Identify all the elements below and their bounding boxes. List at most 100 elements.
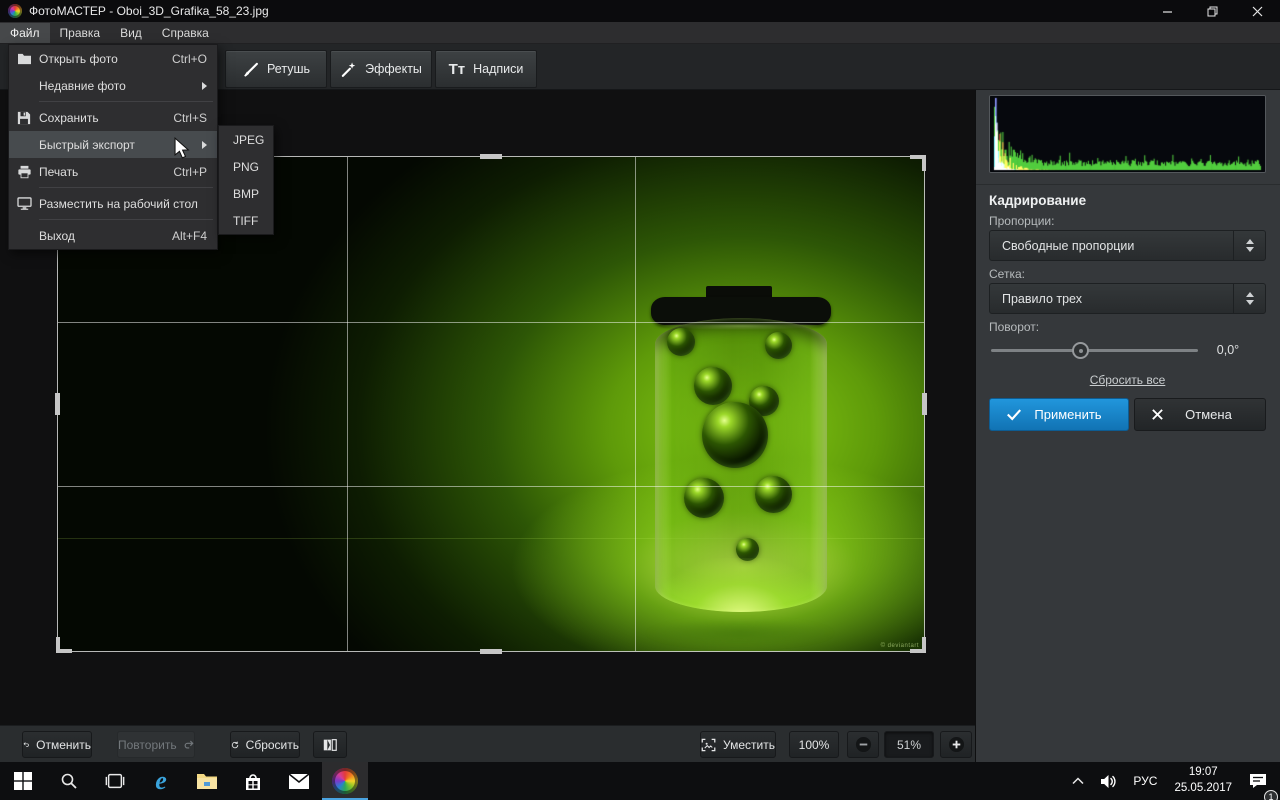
minimize-button[interactable] [1145,0,1190,22]
submenu-arrow-icon [202,141,207,149]
fit-icon [701,738,716,752]
title-bar: ФотоМАСТЕР - Oboi_3D_Grafika_58_23.jpg [0,0,1280,22]
zoom-in-button[interactable] [940,731,972,758]
grid-dropdown[interactable]: Правило трех [989,283,1266,314]
language-indicator[interactable]: РУС [1126,762,1164,800]
chevron-up-icon [1246,292,1254,297]
crop-gridline-v1 [347,157,348,651]
undo-label: Отменить [36,738,91,752]
menu-edit[interactable]: Правка [50,23,111,43]
rotate-slider-thumb[interactable] [1072,342,1089,359]
task-view-button[interactable] [92,762,138,800]
menu-item-open[interactable]: Открыть фото Ctrl+O [9,45,217,72]
menu-item-recent[interactable]: Недавние фото [9,72,217,99]
menu-item-print[interactable]: Печать Ctrl+P [9,158,217,185]
window-title: ФотоМАСТЕР - Oboi_3D_Grafika_58_23.jpg [29,4,269,18]
redo-button[interactable]: Повторить [117,731,195,758]
file-explorer-button[interactable] [184,762,230,800]
minimize-icon [1162,6,1173,17]
tab-captions[interactable]: Tт Надписи [435,50,537,88]
minus-icon [855,736,872,753]
reset-all-link[interactable]: Сбросить все [989,373,1266,387]
cancel-button[interactable]: Отмена [1134,398,1266,431]
reset-label: Сбросить [246,738,299,752]
text-icon: Tт [449,61,466,78]
apply-button[interactable]: Применить [989,398,1129,431]
rotate-slider-track[interactable] [991,349,1198,352]
store-button[interactable] [230,762,276,800]
menu-item-shortcut: Alt+F4 [172,229,207,243]
restore-button[interactable] [1190,0,1235,22]
menu-separator [39,187,213,188]
volume-button[interactable] [1093,762,1124,800]
crop-gridline-v2 [635,157,636,651]
mail-button[interactable] [276,762,322,800]
tab-retouch[interactable]: Ретушь [225,50,327,88]
compare-button[interactable] [313,731,347,758]
submenu-item-bmp[interactable]: BMP [219,180,273,207]
menu-item-label: Сохранить [39,111,173,125]
sidebar-divider [976,184,1280,185]
photomaster-taskbar-button[interactable] [322,762,368,800]
submenu-item-jpeg[interactable]: JPEG [219,126,273,153]
crop-handle-right[interactable] [922,393,927,415]
crop-handle-left[interactable] [55,393,60,415]
right-sidebar: Кадрирование Пропорции: Свободные пропор… [975,90,1280,762]
fit-button[interactable]: Уместить [700,731,776,758]
fit-label: Уместить [723,738,775,752]
zoom-100-button[interactable]: 100% [789,731,839,758]
rotate-label: Поворот: [989,320,1039,334]
submenu-item-png[interactable]: PNG [219,153,273,180]
tab-captions-label: Надписи [473,62,523,76]
search-button[interactable] [46,762,92,800]
plus-icon [948,736,965,753]
chevron-down-icon [1246,300,1254,305]
edge-button[interactable]: e [138,762,184,800]
menu-view[interactable]: Вид [110,23,152,43]
menu-separator [39,219,213,220]
windows-logo-icon [14,772,32,790]
cancel-label: Отмена [1164,407,1253,422]
menu-item-set-wallpaper[interactable]: Разместить на рабочий стол [9,190,217,217]
menu-item-save[interactable]: Сохранить Ctrl+S [9,104,217,131]
menu-item-shortcut: Ctrl+O [172,52,207,66]
crop-handle-bottom-right[interactable] [910,637,926,653]
brush-icon [242,61,259,78]
proportions-spinner[interactable] [1233,231,1265,260]
zoom-100-label: 100% [799,738,830,752]
crop-handle-top[interactable] [480,154,502,159]
desktop-icon [17,197,32,210]
action-center-button[interactable]: 1 [1242,762,1274,800]
submenu-item-tiff[interactable]: TIFF [219,207,273,234]
app-logo-icon [8,4,22,18]
restore-icon [1207,6,1218,17]
zoom-out-button[interactable] [847,731,879,758]
proportions-dropdown[interactable]: Свободные пропорции [989,230,1266,261]
mouse-cursor [172,137,192,159]
menu-item-exit[interactable]: Выход Alt+F4 [9,222,217,249]
task-view-icon [105,773,125,789]
crop-handle-top-right[interactable] [910,155,926,171]
mail-icon [289,774,309,789]
crop-gridline-h1 [58,322,924,323]
menu-file[interactable]: Файл [0,23,50,43]
crop-handle-bottom-left[interactable] [56,637,72,653]
windows-taskbar: e РУС 19:07 25.05.2017 [0,762,1280,800]
menu-separator [39,101,213,102]
menu-help[interactable]: Справка [152,23,219,43]
crop-handle-bottom[interactable] [480,649,502,654]
close-button[interactable] [1235,0,1280,22]
save-icon [17,111,31,125]
chevron-down-icon [1246,247,1254,252]
grid-spinner[interactable] [1233,284,1265,313]
x-icon [1151,408,1164,421]
reset-button[interactable]: Сбросить [230,731,300,758]
start-button[interactable] [0,762,46,800]
clock[interactable]: 19:07 25.05.2017 [1166,765,1240,796]
tab-effects[interactable]: Эффекты [330,50,432,88]
folder-icon [17,52,32,65]
undo-button[interactable]: Отменить [22,731,92,758]
tab-retouch-label: Ретушь [267,62,310,76]
tray-expand-button[interactable] [1065,762,1091,800]
menu-item-label: Открыть фото [39,52,172,66]
